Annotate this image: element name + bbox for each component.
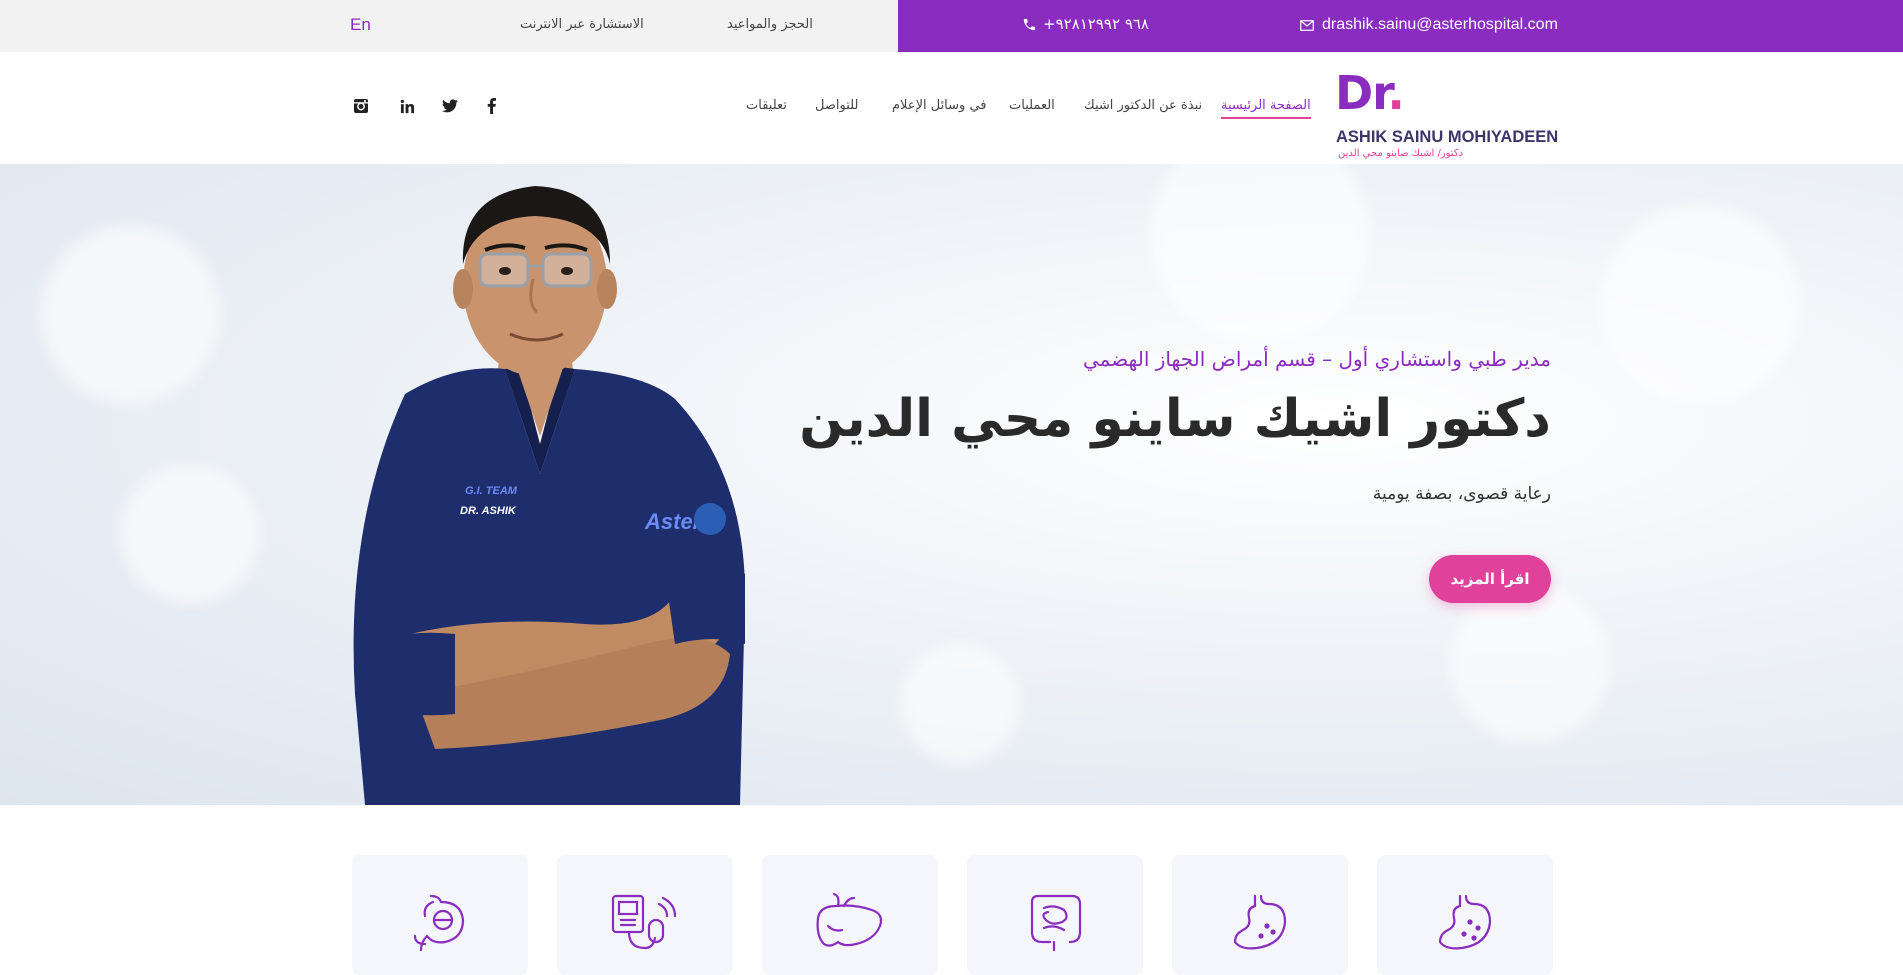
bokeh-light	[1150, 164, 1370, 344]
stomach-icon	[1233, 894, 1287, 950]
logo-dr-text: Dr	[1335, 66, 1388, 120]
phone-link[interactable]: +٩٦٨ ٩٢٨١٢٩٩٢	[1022, 15, 1149, 33]
linkedin-icon[interactable]	[397, 96, 417, 116]
nav-media[interactable]: في وسائل الإعلام	[892, 98, 987, 113]
bokeh-light	[1450, 584, 1610, 744]
bokeh-light	[120, 464, 260, 604]
nav-procedures[interactable]: العمليات	[1009, 98, 1055, 113]
main-nav: الصفحة الرئيسية نبذة عن الدكتور اشيك الع…	[740, 98, 1311, 128]
online-consultation-link[interactable]: الاستشارة عبر الانترنت	[520, 17, 644, 32]
svg-text:G.I. TEAM: G.I. TEAM	[465, 485, 518, 497]
service-card-capsule[interactable]	[557, 855, 733, 975]
svg-text:DR. ASHIK: DR. ASHIK	[460, 505, 517, 517]
email-link[interactable]: drashik.sainu@asterhospital.com	[1300, 16, 1558, 34]
nav-about[interactable]: نبذة عن الدكتور اشيك	[1084, 98, 1202, 113]
hero-tagline: رعاية قصوى، بصفة يومية	[1372, 484, 1551, 504]
logo-name: ASHIK SAINU MOHIYADEEN	[1336, 128, 1559, 146]
service-card-intestine[interactable]	[967, 855, 1143, 975]
doctor-portrait: Aster DR. ASHIK G.I. TEAM	[353, 186, 745, 805]
service-card-balloon[interactable]	[352, 855, 528, 975]
bokeh-light	[1600, 204, 1800, 404]
main-header: الصفحة الرئيسية نبذة عن الدكتور اشيك الع…	[0, 52, 1903, 164]
nav-home[interactable]: الصفحة الرئيسية	[1221, 98, 1311, 119]
hero-title: دكتور اشيك ساينو محي الدين	[799, 389, 1551, 449]
service-card-liver[interactable]	[762, 855, 938, 975]
bokeh-light	[900, 644, 1020, 764]
nav-testimonials[interactable]: تعليقات	[746, 98, 787, 113]
phone-icon	[1023, 18, 1036, 30]
booking-link[interactable]: الحجز والمواعيد	[727, 17, 813, 32]
bokeh-light	[40, 224, 220, 404]
stomach-balloon-icon	[413, 894, 465, 952]
capsule-endoscopy-icon	[611, 894, 677, 950]
top-bar: En الاستشارة عبر الانترنت الحجز والمواعي…	[0, 0, 1903, 52]
service-card-stomach[interactable]	[1172, 855, 1348, 975]
logo-arabic-name: دكتور/ اشيك صاينو محي الدين	[1338, 148, 1464, 159]
intestine-icon	[1030, 894, 1082, 952]
svg-text:Aster: Aster	[644, 509, 703, 534]
nav-contact[interactable]: للتواصل	[815, 98, 858, 113]
email-address: drashik.sainu@asterhospital.com	[1322, 16, 1558, 33]
logo-mark: Dr.	[1335, 66, 1405, 120]
liver-icon	[816, 892, 883, 947]
hero-section: Aster DR. ASHIK G.I. TEAM مدير طبي واستش…	[0, 164, 1903, 805]
language-switch[interactable]: En	[350, 15, 371, 35]
service-card-stomach-2[interactable]	[1377, 855, 1553, 975]
site-logo[interactable]: Dr. ASHIK SAINU MOHIYADEEN دكتور/ اشيك ص…	[1335, 66, 1559, 159]
envelope-icon	[1300, 19, 1314, 31]
logo-dot: .	[1387, 66, 1405, 120]
instagram-icon[interactable]	[351, 96, 371, 116]
facebook-icon[interactable]	[481, 96, 501, 116]
stomach-dots-icon	[1438, 894, 1492, 950]
read-more-button[interactable]: اقرأ المزيد	[1429, 555, 1551, 603]
twitter-icon[interactable]	[440, 96, 460, 116]
phone-number: +٩٦٨ ٩٢٨١٢٩٩٢	[1043, 15, 1149, 33]
hero-subtitle: مدير طبي واستشاري أول – قسم أمراض الجهاز…	[1082, 347, 1551, 371]
